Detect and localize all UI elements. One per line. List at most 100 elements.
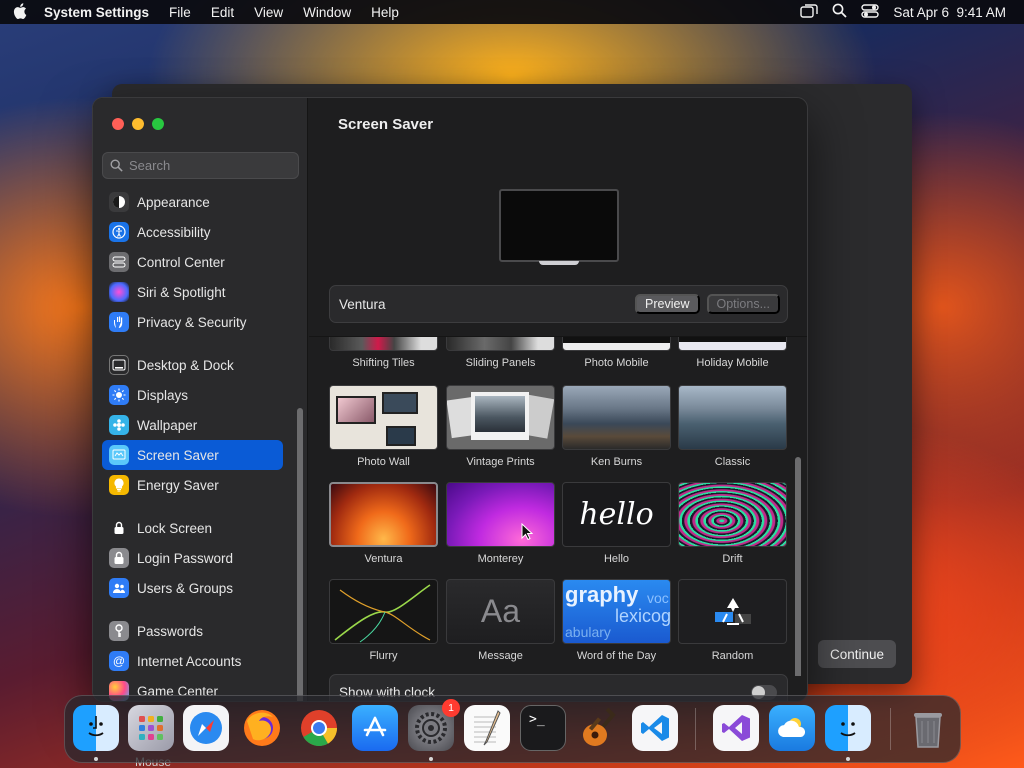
sidebar-item-lock-screen[interactable]: Lock Screen xyxy=(102,513,292,543)
sidebar-item-internet-accounts[interactable]: @ Internet Accounts xyxy=(102,646,292,676)
sidebar-item-control-center[interactable]: Control Center xyxy=(102,247,292,277)
trash-icon[interactable] xyxy=(905,705,951,751)
sidebar-item-privacy-security[interactable]: Privacy & Security xyxy=(102,307,292,337)
saver-label: Monterey xyxy=(477,553,524,565)
sidebar-item-label: Energy Saver xyxy=(137,477,219,493)
saver-tile-shifting-tiles[interactable]: Shifting Tiles xyxy=(329,337,438,369)
sidebar-item-accessibility[interactable]: Accessibility xyxy=(102,217,292,247)
sidebar-item-label: Desktop & Dock xyxy=(137,357,234,373)
menu-clock[interactable]: Sat Apr 6 9:41 AM xyxy=(893,5,1006,20)
sidebar-item-label: Privacy & Security xyxy=(137,314,247,330)
window-controls xyxy=(112,118,164,130)
textedit-icon[interactable] xyxy=(464,705,510,751)
saver-thumbnail xyxy=(446,482,555,547)
search-input[interactable] xyxy=(129,158,289,173)
spotlight-search-icon[interactable] xyxy=(832,3,848,21)
sidebar-item-desktop-dock[interactable]: Desktop & Dock xyxy=(102,350,292,380)
lock-icon xyxy=(109,518,129,538)
saver-label: Classic xyxy=(714,456,751,468)
sidebar-item-siri-spotlight[interactable]: Siri & Spotlight xyxy=(102,277,292,307)
saver-tile-message[interactable]: Aa Message xyxy=(446,579,555,662)
saver-tile-ken-burns[interactable]: Ken Burns xyxy=(562,385,671,468)
saver-thumbnail xyxy=(562,385,671,450)
preview-button[interactable]: Preview xyxy=(635,294,700,314)
screen-saver-grid: Shifting Tiles Sliding Panels Photo Mobi… xyxy=(309,336,807,676)
chrome-icon[interactable] xyxy=(296,705,342,751)
vscode-icon[interactable] xyxy=(632,705,678,751)
menu-window[interactable]: Window xyxy=(293,5,361,20)
weather-icon[interactable] xyxy=(769,705,815,751)
saver-tile-monterey[interactable]: Monterey xyxy=(446,482,555,565)
safari-icon[interactable] xyxy=(183,705,229,751)
saver-thumbnail xyxy=(678,337,787,351)
saver-thumbnail xyxy=(329,385,438,450)
garageband-icon[interactable] xyxy=(576,705,622,751)
sidebar-item-login-password[interactable]: Login Password xyxy=(102,543,292,573)
sidebar-item-label: Accessibility xyxy=(137,224,211,240)
sidebar-item-label: Passwords xyxy=(137,623,204,639)
options-button[interactable]: Options... xyxy=(706,294,780,314)
sidebar-item-label: Siri & Spotlight xyxy=(137,284,226,300)
saver-label: Sliding Panels xyxy=(465,357,536,369)
finder-alt-icon[interactable] xyxy=(825,705,871,751)
menu-view[interactable]: View xyxy=(244,5,293,20)
system-settings-icon[interactable]: 1 xyxy=(408,699,460,751)
screen-mirroring-icon[interactable] xyxy=(800,3,819,21)
close-window-button[interactable] xyxy=(112,118,124,130)
menu-help[interactable]: Help xyxy=(361,5,409,20)
saver-thumbnail: Aa xyxy=(446,579,555,644)
menu-app-name[interactable]: System Settings xyxy=(40,5,159,20)
saver-tile-vintage-prints[interactable]: Vintage Prints xyxy=(446,385,555,468)
zoom-window-button[interactable] xyxy=(152,118,164,130)
sidebar-item-appearance[interactable]: Appearance xyxy=(102,187,292,217)
sidebar-item-displays[interactable]: Displays xyxy=(102,380,292,410)
saver-tile-sliding-panels[interactable]: Sliding Panels xyxy=(446,337,555,369)
saver-tile-holiday-mobile[interactable]: Holiday Mobile xyxy=(678,337,787,369)
saver-tile-ventura[interactable]: Ventura xyxy=(329,482,438,565)
apple-menu-icon[interactable] xyxy=(0,1,40,23)
sidebar-item-screen-saver[interactable]: Screen Saver xyxy=(102,440,283,470)
search-field[interactable] xyxy=(102,152,299,179)
saver-tile-classic[interactable]: Classic xyxy=(678,385,787,468)
saver-tile-photo-wall[interactable]: Photo Wall xyxy=(329,385,438,468)
saver-tile-random[interactable]: Random xyxy=(678,579,787,662)
saver-thumbnail xyxy=(329,337,438,351)
terminal-icon[interactable]: >_ xyxy=(520,705,566,751)
saver-tile-photo-mobile[interactable]: Photo Mobile xyxy=(562,337,671,369)
control-center-menu-icon[interactable] xyxy=(861,3,880,21)
continue-button[interactable]: Continue xyxy=(818,640,896,668)
sidebar: Appearance Accessibility Control Center … xyxy=(93,98,308,701)
finder-icon[interactable] xyxy=(73,705,119,751)
sidebar-item-energy-saver[interactable]: Energy Saver xyxy=(102,470,292,500)
sidebar-item-passwords[interactable]: Passwords xyxy=(102,616,292,646)
saver-label: Shifting Tiles xyxy=(352,357,415,369)
at-icon: @ xyxy=(109,651,129,671)
saver-thumbnail xyxy=(446,337,555,351)
saver-label: Ken Burns xyxy=(590,456,643,468)
minimize-window-button[interactable] xyxy=(132,118,144,130)
saver-label: Drift xyxy=(722,553,743,565)
firefox-icon[interactable] xyxy=(239,705,285,751)
sidebar-item-users-groups[interactable]: Users & Groups xyxy=(102,573,292,603)
saver-tile-drift[interactable]: Drift xyxy=(678,482,787,565)
grid-scrollbar[interactable] xyxy=(795,457,801,676)
saver-thumbnail xyxy=(678,482,787,547)
saver-tile-word-of-the-day[interactable]: graphy voc lexicog abulary Word of the D… xyxy=(562,579,671,662)
saver-thumbnail xyxy=(562,337,671,351)
screen-saver-icon xyxy=(109,445,129,465)
word-thumb-line3: abulary xyxy=(565,624,611,640)
sidebar-item-wallpaper[interactable]: Wallpaper xyxy=(102,410,292,440)
saver-tile-flurry[interactable]: Flurry xyxy=(329,579,438,662)
wallpaper-icon xyxy=(109,415,129,435)
word-thumb-side: voc xyxy=(647,590,669,606)
saver-label: Random xyxy=(711,650,754,662)
app-store-icon[interactable] xyxy=(352,705,398,751)
saver-tile-hello[interactable]: hello Hello xyxy=(562,482,671,565)
visual-studio-icon[interactable] xyxy=(713,705,759,751)
saver-label: Holiday Mobile xyxy=(696,357,769,369)
menu-bar: System Settings File Edit View Window He… xyxy=(0,0,1024,24)
launchpad-icon[interactable] xyxy=(128,705,174,751)
menu-file[interactable]: File xyxy=(159,5,201,20)
sidebar-scrollbar[interactable] xyxy=(297,408,303,701)
menu-edit[interactable]: Edit xyxy=(201,5,244,20)
